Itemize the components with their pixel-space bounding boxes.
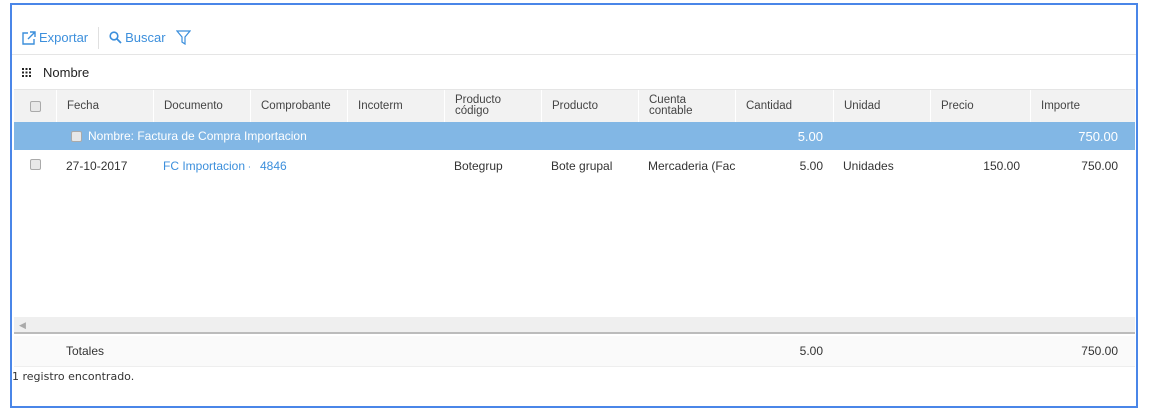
- group-by-chip[interactable]: Nombre: [12, 56, 1136, 89]
- cell-producto: Bote grupal: [551, 159, 613, 173]
- col-incoterm[interactable]: Incoterm: [347, 90, 444, 122]
- search-button[interactable]: Buscar: [109, 30, 166, 45]
- cell-unidad: Unidades: [843, 159, 894, 173]
- cell-comprobante-link[interactable]: 4846: [250, 159, 347, 173]
- search-icon: [109, 31, 122, 44]
- record-count-status: 1 registro encontrado.: [12, 370, 135, 383]
- col-comprobante[interactable]: Comprobante: [250, 90, 347, 122]
- cell-cantidad: 5.00: [799, 159, 823, 173]
- row-checkbox[interactable]: [29, 159, 41, 170]
- col-producto[interactable]: Producto: [541, 90, 638, 122]
- data-grid: Fecha Documento Comprobante Incoterm Pro…: [14, 89, 1135, 181]
- row-select-cell: [14, 159, 56, 173]
- col-precio[interactable]: Precio: [930, 90, 1030, 122]
- cell-producto-codigo: Botegrup: [454, 159, 503, 173]
- group-importe: 750.00: [1078, 128, 1118, 144]
- col-fecha[interactable]: Fecha: [56, 90, 153, 122]
- scroll-left-arrow-icon[interactable]: ◀: [19, 320, 26, 330]
- filter-icon: [175, 30, 191, 45]
- col-cantidad[interactable]: Cantidad: [735, 90, 833, 122]
- drag-handle-icon: [22, 68, 31, 77]
- header-row: Fecha Documento Comprobante Incoterm Pro…: [14, 89, 1135, 122]
- external-link-icon: [22, 30, 36, 45]
- select-all-cell: [14, 90, 56, 122]
- col-documento[interactable]: Documento: [153, 90, 250, 122]
- col-producto-codigo[interactable]: Producto código: [444, 90, 541, 122]
- totals-cantidad: 5.00: [799, 344, 823, 358]
- totals-row: Totales 5.00 750.00: [14, 336, 1135, 367]
- col-unidad[interactable]: Unidad: [833, 90, 930, 122]
- cell-fecha: 27-10-2017: [66, 159, 128, 173]
- export-button[interactable]: Exportar: [22, 30, 88, 45]
- toolbar: Exportar Buscar: [12, 21, 1136, 55]
- group-cantidad: 5.00: [797, 128, 823, 144]
- select-all-checkbox[interactable]: [29, 100, 41, 112]
- col-importe[interactable]: Importe: [1030, 90, 1128, 122]
- table-row[interactable]: 27-10-2017 FC Importacion - 4846 Botegru…: [14, 150, 1135, 181]
- totals-label: Totales: [66, 344, 105, 358]
- toolbar-divider: [98, 26, 100, 49]
- group-checkbox[interactable]: [71, 130, 82, 142]
- cell-precio: 150.00: [983, 159, 1020, 173]
- group-label-cell: Nombre: Factura de Compra Importacion: [56, 129, 735, 143]
- cell-cuenta: Mercaderia (Fact: [648, 159, 735, 173]
- horizontal-scrollbar[interactable]: ◀: [14, 317, 1135, 334]
- filter-button[interactable]: [175, 30, 191, 45]
- group-row[interactable]: Nombre: Factura de Compra Importacion 5.…: [14, 122, 1135, 150]
- cell-documento-link[interactable]: FC Importacion -: [153, 159, 250, 173]
- totals-importe: 750.00: [1081, 344, 1118, 358]
- cell-importe: 750.00: [1081, 159, 1118, 173]
- col-cuenta-contable[interactable]: Cuenta contable: [638, 90, 735, 122]
- grid-panel: Exportar Buscar Nombre Fecha Documento C…: [10, 3, 1138, 408]
